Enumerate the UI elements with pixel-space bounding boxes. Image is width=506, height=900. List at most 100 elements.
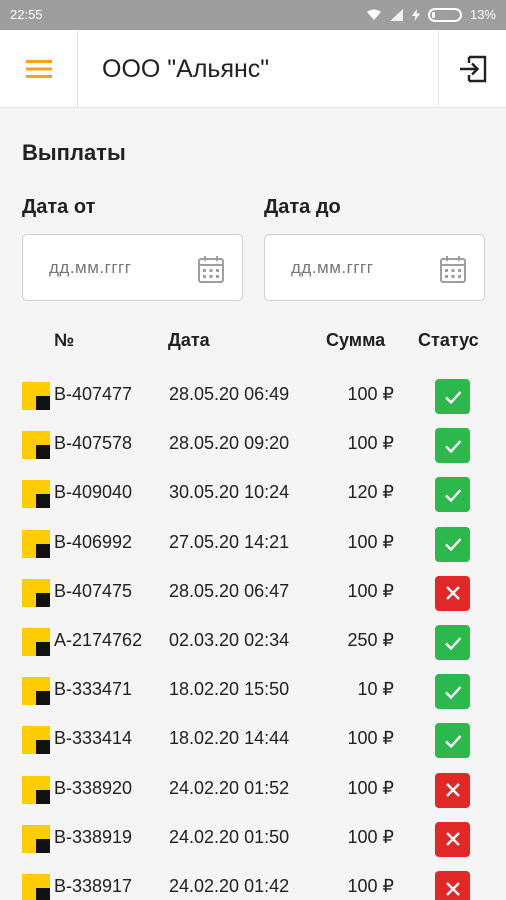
row-number: В-406992 — [54, 531, 133, 552]
table-row[interactable]: В-407578 28.05.20 09:20 100 ₽ — [0, 422, 506, 471]
status-success-badge — [435, 526, 470, 562]
header-number: № — [54, 330, 75, 350]
row-number: В-338917 — [54, 876, 133, 896]
row-date: 24.02.20 01:52 — [169, 777, 290, 798]
row-sum: 250 ₽ — [347, 630, 395, 650]
row-number: В-407578 — [54, 433, 133, 454]
row-number: А-2174762 — [54, 630, 143, 650]
header-status: Статус — [418, 330, 479, 350]
calendar-icon[interactable] — [440, 255, 466, 283]
yandex-taxi-logo-icon — [22, 529, 50, 558]
date-to-field[interactable] — [264, 234, 485, 301]
check-icon — [444, 636, 461, 650]
row-sum: 100 ₽ — [347, 384, 395, 404]
table-row[interactable]: В-338920 24.02.20 01:52 100 ₽ — [0, 767, 506, 816]
row-number: В-407475 — [54, 580, 133, 601]
yandex-taxi-logo-icon — [22, 874, 50, 900]
table-row[interactable]: В-407475 28.05.20 06:47 100 ₽ — [0, 570, 506, 619]
row-date: 30.05.20 10:24 — [169, 482, 290, 503]
table-row[interactable]: В-407477 28.05.20 06:49 100 ₽ — [0, 373, 506, 422]
status-time: 22:55 — [10, 7, 43, 22]
status-failed-badge — [435, 575, 470, 611]
check-icon — [444, 390, 461, 404]
status-failed-badge — [435, 871, 470, 900]
header-sum: Сумма — [326, 330, 386, 350]
date-from-label: Дата от — [22, 196, 96, 218]
calendar-icon[interactable] — [198, 255, 224, 283]
row-sum: 100 ₽ — [347, 876, 395, 896]
row-number: В-338919 — [54, 826, 133, 847]
table-row[interactable]: В-409040 30.05.20 10:24 120 ₽ — [0, 471, 506, 520]
yandex-taxi-logo-icon — [22, 578, 50, 607]
row-sum: 100 ₽ — [347, 580, 395, 601]
row-sum: 100 ₽ — [347, 433, 395, 454]
table-row[interactable]: В-406992 27.05.20 14:21 100 ₽ — [0, 521, 506, 570]
row-number: В-407477 — [54, 384, 133, 404]
row-date: 18.02.20 14:44 — [169, 728, 290, 749]
yandex-taxi-logo-icon — [22, 775, 50, 804]
app-bar: ООО "Альянс" — [0, 30, 506, 108]
row-date: 27.05.20 14:21 — [169, 531, 290, 552]
yandex-taxi-logo-icon — [22, 726, 50, 755]
row-date: 02.03.20 02:34 — [169, 630, 290, 650]
yandex-taxi-logo-icon — [22, 628, 50, 656]
row-date: 28.05.20 09:20 — [169, 433, 290, 454]
status-success-badge — [435, 723, 470, 759]
date-to-input[interactable] — [291, 255, 431, 281]
wifi-icon — [366, 9, 381, 20]
row-date: 24.02.20 01:42 — [169, 876, 290, 896]
row-sum: 120 ₽ — [347, 482, 395, 503]
check-icon — [444, 538, 461, 552]
cross-icon — [445, 586, 460, 601]
status-success-badge — [435, 625, 470, 660]
row-date: 24.02.20 01:50 — [169, 826, 290, 847]
check-icon — [444, 489, 461, 503]
table-row[interactable]: В-333471 18.02.20 15:50 10 ₽ — [0, 668, 506, 717]
header-date: Дата — [168, 330, 210, 350]
date-from-input[interactable] — [49, 255, 189, 281]
cross-icon — [445, 881, 460, 896]
row-sum: 100 ₽ — [347, 531, 395, 552]
hamburger-menu-icon — [25, 60, 52, 78]
status-icons: 13% — [366, 7, 496, 22]
table-row[interactable]: В-333414 18.02.20 14:44 100 ₽ — [0, 717, 506, 766]
yandex-taxi-logo-icon — [22, 382, 50, 410]
status-success-badge — [435, 477, 470, 513]
row-number: В-333471 — [54, 679, 133, 700]
date-from-field[interactable] — [22, 234, 243, 301]
table-row[interactable]: В-338919 24.02.20 01:50 100 ₽ — [0, 816, 506, 865]
row-number: В-333414 — [54, 728, 133, 749]
row-date: 28.05.20 06:47 — [169, 580, 290, 601]
row-sum: 100 ₽ — [347, 826, 395, 847]
check-icon — [444, 685, 461, 699]
row-number: В-409040 — [54, 482, 133, 503]
charging-icon — [411, 8, 420, 21]
status-success-badge — [435, 674, 470, 710]
yandex-taxi-logo-icon — [22, 677, 50, 706]
status-failed-badge — [435, 821, 470, 857]
table-row[interactable]: В-338917 24.02.20 01:42 100 ₽ — [0, 865, 506, 900]
row-sum: 10 ₽ — [357, 679, 394, 700]
row-sum: 100 ₽ — [347, 777, 395, 798]
status-bar: 22:55 13% — [0, 0, 506, 30]
status-failed-badge — [435, 772, 470, 808]
signal-icon — [389, 8, 403, 21]
cross-icon — [445, 783, 460, 797]
row-date: 28.05.20 06:49 — [169, 384, 290, 404]
check-icon — [444, 735, 461, 749]
status-success-badge — [435, 379, 470, 414]
yandex-taxi-logo-icon — [22, 480, 50, 509]
logout-icon — [459, 55, 486, 83]
battery-level: 13% — [469, 7, 496, 22]
row-date: 18.02.20 15:50 — [169, 679, 290, 700]
check-icon — [444, 439, 461, 453]
row-sum: 100 ₽ — [347, 728, 395, 749]
page-title: Выплаты — [22, 140, 126, 165]
menu-button[interactable] — [0, 30, 78, 108]
table-row[interactable]: А-2174762 02.03.20 02:34 250 ₽ — [0, 619, 506, 668]
logout-button[interactable] — [438, 30, 506, 108]
yandex-taxi-logo-icon — [22, 824, 50, 853]
table-header: № Дата Сумма Статус — [0, 330, 506, 354]
yandex-taxi-logo-icon — [22, 431, 50, 460]
status-success-badge — [435, 428, 470, 464]
